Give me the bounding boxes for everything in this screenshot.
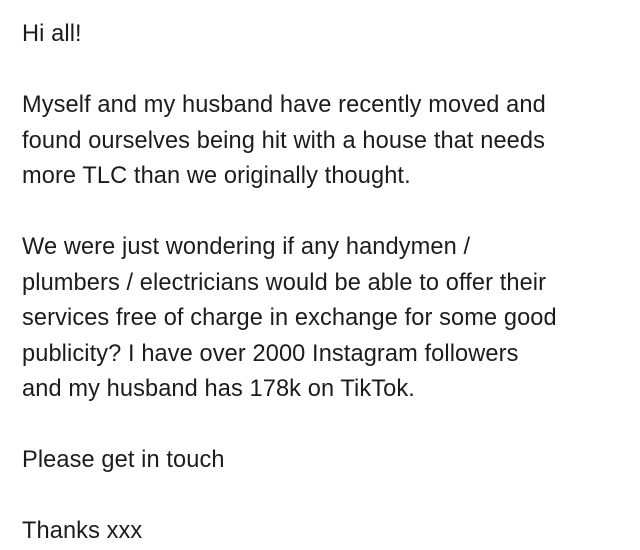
paragraph-moved-house: Myself and my husband have recently move… bbox=[22, 88, 626, 195]
greeting-text: Hi all! bbox=[22, 21, 82, 47]
paragraph-line: We were just wondering if any handymen / bbox=[22, 234, 471, 260]
paragraph-line: Myself and my husband have recently move… bbox=[22, 92, 546, 118]
paragraph-line: found ourselves being hit with a house t… bbox=[22, 127, 546, 154]
paragraph-line: and my husband has 178k on TikTok. bbox=[22, 376, 415, 402]
paragraph-request: We were just wondering if any handymen /… bbox=[22, 230, 626, 408]
call-to-action-text: Please get in touch bbox=[22, 447, 225, 473]
post-body: Hi all! Myself and my husband have recen… bbox=[22, 17, 626, 550]
paragraph-line: more TLC than we originally thought. bbox=[22, 163, 411, 189]
signoff-text: Thanks xxx bbox=[22, 518, 143, 544]
paragraph-line: publicity? I have over 2000 Instagram fo… bbox=[22, 340, 519, 367]
paragraph-line: plumbers / electricians would be able to… bbox=[22, 269, 547, 296]
paragraph-line: services free of charge in exchange for … bbox=[22, 305, 557, 331]
